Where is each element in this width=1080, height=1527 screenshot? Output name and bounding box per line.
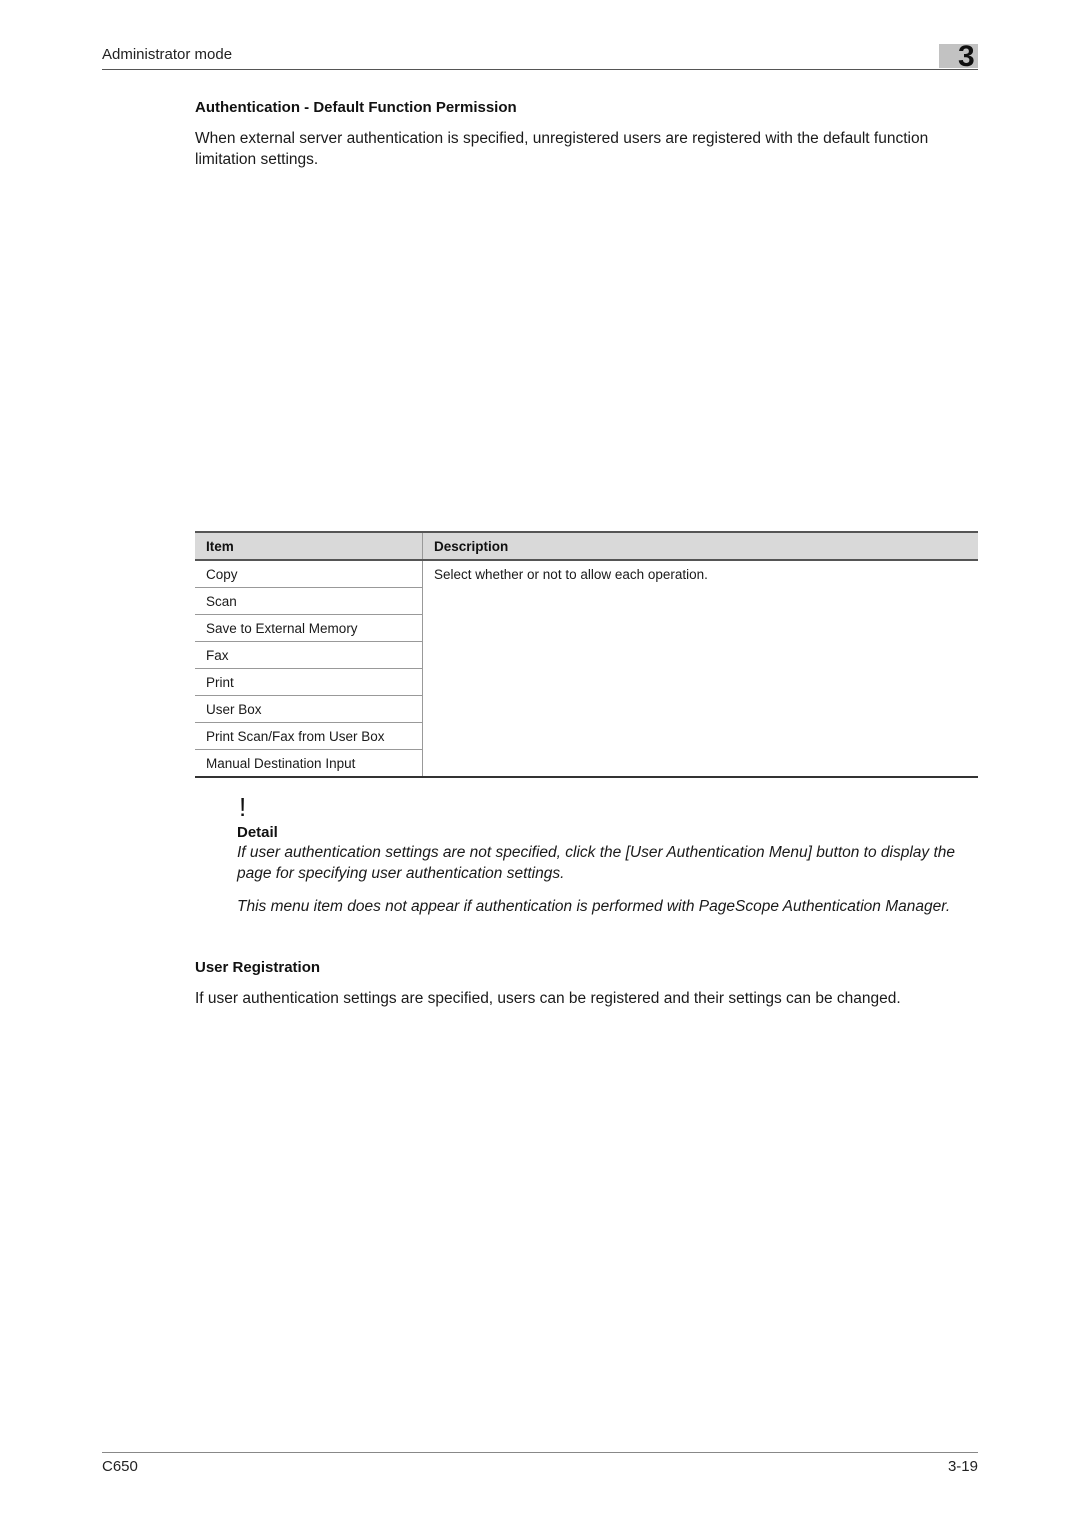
chapter-number: 3 xyxy=(958,40,975,73)
section-heading-default-function-permission: Authentication - Default Function Permis… xyxy=(195,99,517,116)
footer-model: C650 xyxy=(102,1458,138,1475)
section-heading-user-registration: User Registration xyxy=(195,959,321,976)
section-paragraph-default-function-permission: When external server authentication is s… xyxy=(195,130,929,168)
table-cell-item: Manual Destination Input xyxy=(195,749,423,777)
table-cell-item: Print Scan/Fax from User Box xyxy=(195,722,423,750)
table-cell-item: Scan xyxy=(195,587,423,615)
section-paragraph-user-registration: If user authentication settings are spec… xyxy=(195,990,901,1007)
table-cell-item: Fax xyxy=(195,641,423,669)
exclamation-icon: ! xyxy=(239,792,247,822)
column-header-description: Description xyxy=(422,531,978,561)
table-header-row: Item Description xyxy=(195,531,978,561)
column-header-item: Item xyxy=(195,531,423,561)
footer-page-number: 3-19 xyxy=(947,1458,978,1475)
note-title: Detail xyxy=(237,824,278,841)
function-permission-table: Item Description Copy Select whether or … xyxy=(195,531,978,778)
table-row: Copy Select whether or not to allow each… xyxy=(195,560,978,588)
table-cell-description: Select whether or not to allow each oper… xyxy=(434,567,708,582)
running-header-title: Administrator mode xyxy=(102,46,233,63)
footer-divider xyxy=(102,1452,978,1453)
table-cell-item: Print xyxy=(195,668,423,696)
table-cell-item: Copy xyxy=(195,560,423,588)
note-paragraph: If user authentication settings are not … xyxy=(237,844,956,882)
table-cell-item: Save to External Memory xyxy=(195,614,423,642)
note-paragraph: This menu item does not appear if authen… xyxy=(237,898,951,915)
header-divider xyxy=(102,69,978,70)
table-cell-item: User Box xyxy=(195,695,423,723)
